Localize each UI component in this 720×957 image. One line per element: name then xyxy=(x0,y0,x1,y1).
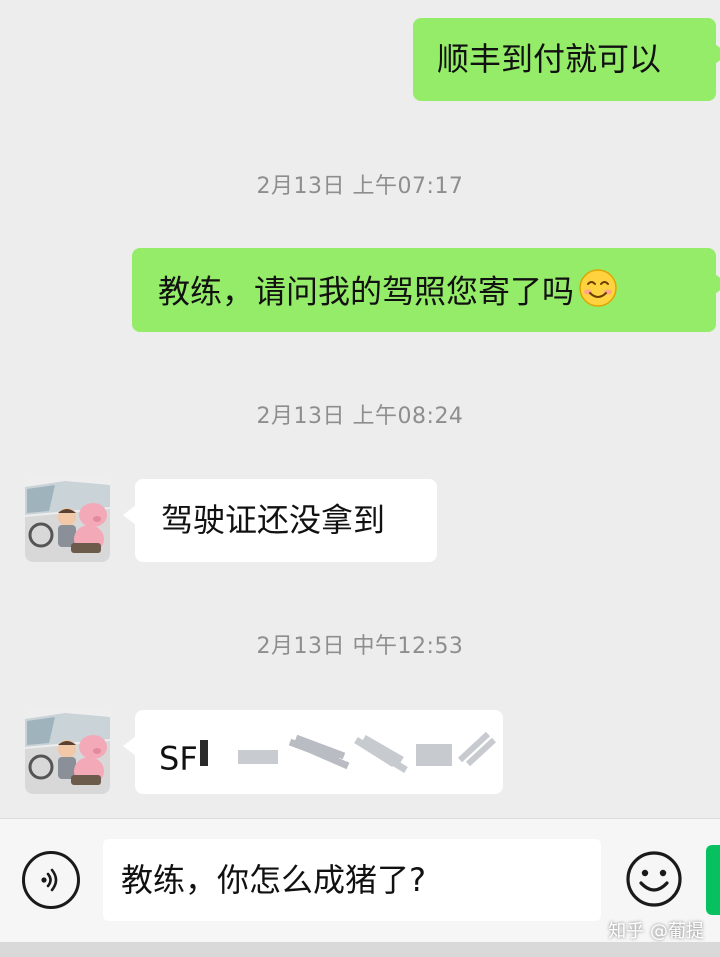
message-text: 驾驶证还没拿到 xyxy=(161,501,386,539)
redacted-tracking-number xyxy=(198,730,498,791)
smiling-face-emoji-icon xyxy=(578,268,618,319)
voice-icon[interactable] xyxy=(22,851,80,909)
message-input-value: 教练，你怎么成猪了? xyxy=(121,861,426,899)
message-timestamp: 2月13日 上午07:17 xyxy=(256,174,464,199)
input-bar: 教练，你怎么成猪了? 知乎 @葡提 xyxy=(0,818,720,943)
chat-area: 顺丰到付就可以 2月13日 上午07:17 教练，请问我的驾照您寄了吗 2月13… xyxy=(0,0,720,818)
message-text: 教练，请问我的驾照您寄了吗 xyxy=(158,272,575,311)
message-text: SF xyxy=(159,739,198,778)
message-timestamp: 2月13日 中午12:53 xyxy=(256,634,464,659)
their-message-bubble[interactable]: 驾驶证还没拿到 xyxy=(123,479,437,562)
my-message-bubble[interactable]: 顺丰到付就可以 xyxy=(413,18,720,101)
message-timestamp: 2月13日 上午08:24 xyxy=(256,404,464,429)
message-input[interactable]: 教练，你怎么成猪了? xyxy=(103,839,601,921)
watermark: 知乎 @葡提 xyxy=(608,921,704,942)
their-message-bubble[interactable]: SF xyxy=(123,710,503,794)
emoji-icon[interactable] xyxy=(624,849,684,909)
message-text: 顺丰到付就可以 xyxy=(437,40,662,78)
bottom-bar xyxy=(0,942,720,957)
pig-driver-avatar[interactable] xyxy=(25,709,110,794)
send-button[interactable] xyxy=(706,845,720,915)
pig-driver-avatar[interactable] xyxy=(25,477,110,562)
my-message-bubble[interactable]: 教练，请问我的驾照您寄了吗 xyxy=(132,248,720,332)
